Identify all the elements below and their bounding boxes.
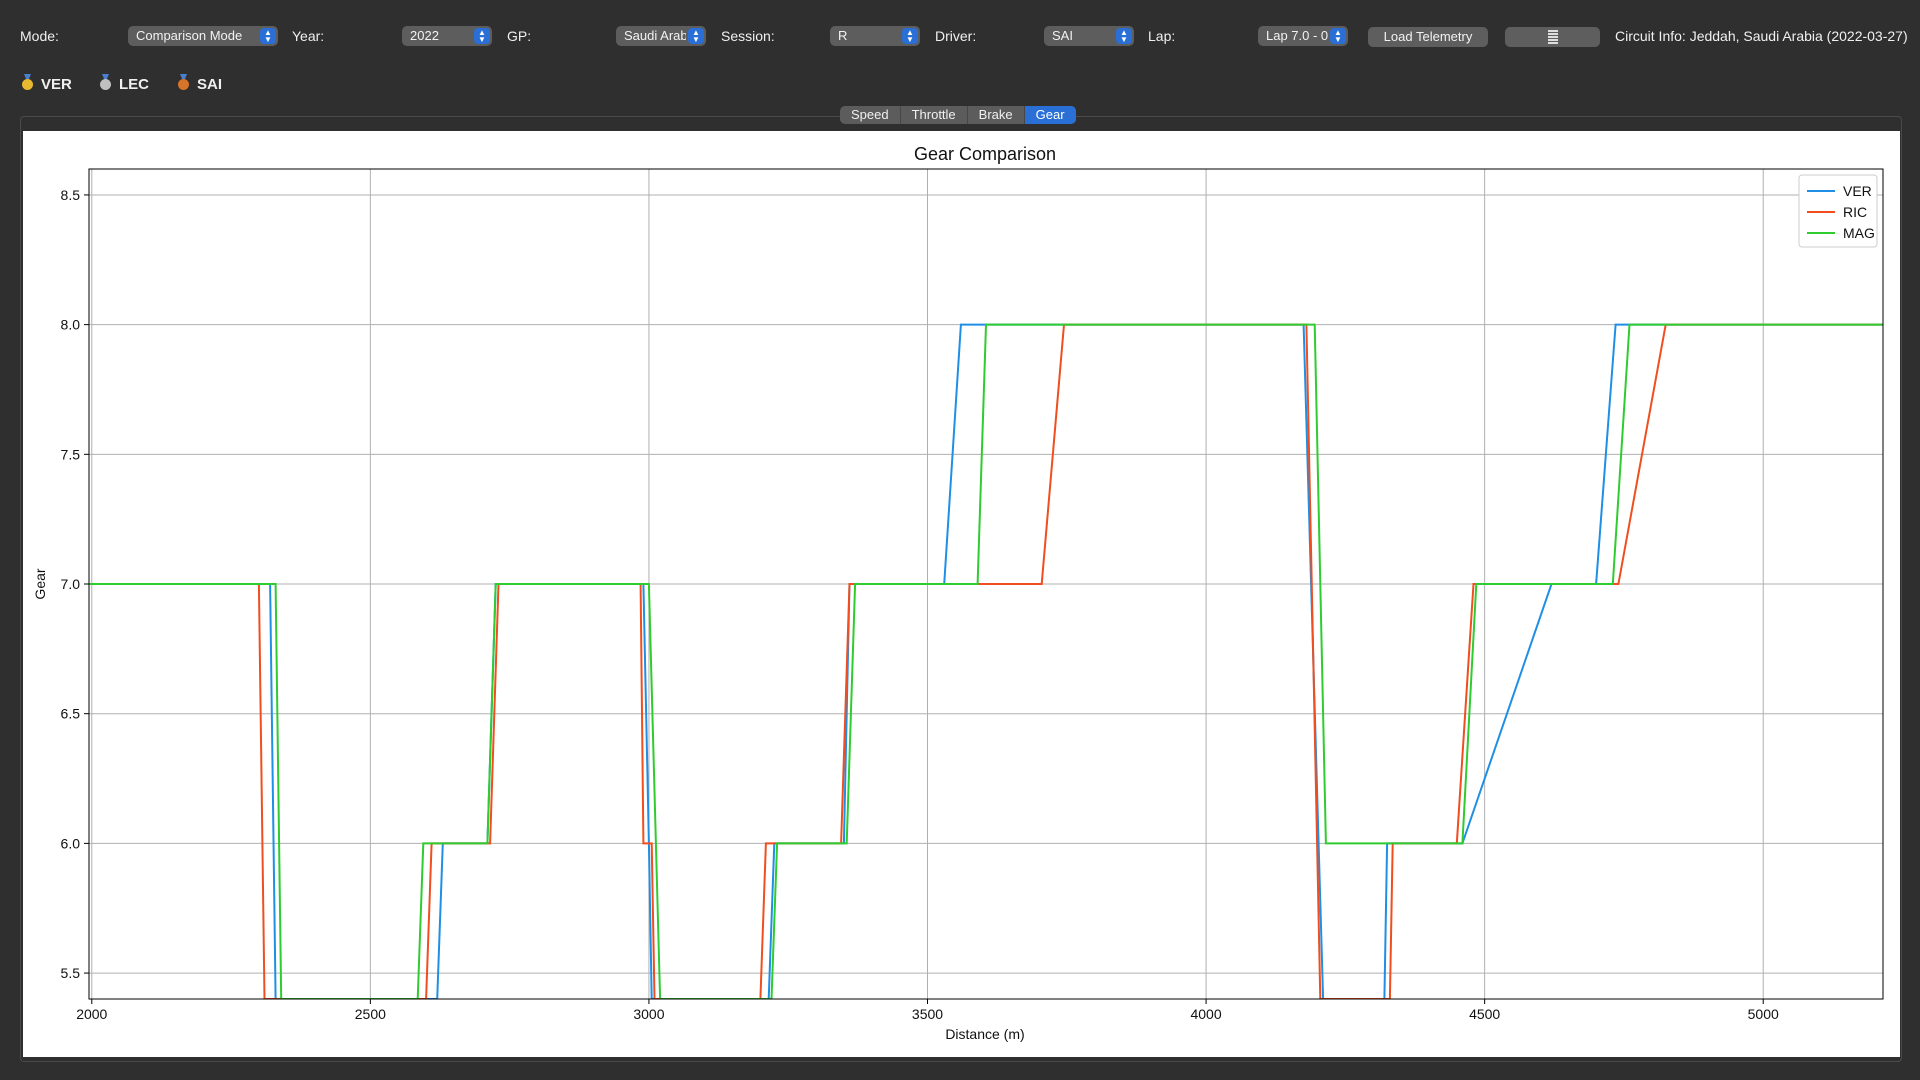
- silver-medal-icon: [100, 79, 111, 90]
- y-tick-label: 7.0: [61, 576, 81, 592]
- x-tick-label: 2500: [355, 1006, 386, 1022]
- year-select-value: 2022: [410, 28, 439, 43]
- driver-select[interactable]: SAI ▲ ▼: [1044, 26, 1134, 46]
- mode-select-value: Comparison Mode: [136, 28, 243, 43]
- tab-gear[interactable]: Gear: [1024, 106, 1076, 124]
- mode-select[interactable]: Comparison Mode ▲ ▼: [128, 26, 278, 46]
- grip-icon: [1547, 30, 1558, 45]
- tab-brake[interactable]: Brake: [968, 106, 1025, 124]
- legend-label-ver: VER: [1843, 183, 1872, 199]
- x-tick-label: 3000: [633, 1006, 664, 1022]
- chevron-up-down-icon: ▲ ▼: [1330, 28, 1346, 44]
- y-tick-label: 5.5: [61, 965, 81, 981]
- session-select-value: R: [838, 28, 848, 43]
- legend-label-ric: RIC: [1843, 204, 1867, 220]
- session-select[interactable]: R ▲ ▼: [830, 26, 920, 46]
- load-telemetry-button[interactable]: Load Telemetry: [1368, 27, 1488, 47]
- toolbar: Mode: Comparison Mode ▲ ▼ Year: 2022 ▲ ▼ G…: [0, 0, 1920, 74]
- podium-driver-2: LEC: [119, 76, 149, 93]
- lap-select[interactable]: Lap 7.0 - 0 ▲ ▼: [1258, 26, 1348, 46]
- x-tick-label: 2000: [76, 1006, 107, 1022]
- tab-throttle[interactable]: Throttle: [901, 106, 968, 124]
- x-tick-label: 4000: [1190, 1006, 1221, 1022]
- chart-canvas: Gear Comparison 2000 2500 3000 3500 4000 4500…: [23, 131, 1900, 1057]
- gold-medal-icon: [22, 79, 33, 90]
- y-tick-label: 8.0: [61, 317, 81, 333]
- chevron-up-down-icon: ▲ ▼: [688, 28, 704, 44]
- y-tick-label: 6.0: [61, 835, 81, 851]
- mode-label: Mode:: [20, 28, 59, 44]
- chevron-up-down-icon: ▲ ▼: [474, 28, 490, 44]
- gear-chart: Gear Comparison 2000 2500 3000 3500 4000 4500…: [32, 144, 1884, 1042]
- podium-p1: VER: [22, 76, 72, 93]
- progress-slider[interactable]: [1505, 27, 1600, 47]
- chart-tabs: Speed Throttle Brake Gear: [840, 106, 1076, 124]
- driver-label: Driver:: [935, 28, 977, 44]
- y-tick-label: 7.5: [61, 446, 81, 462]
- chart-title: Gear Comparison: [914, 144, 1056, 164]
- gp-select-value: Saudi Arab: [624, 28, 686, 43]
- chevron-up-down-icon: ▲ ▼: [260, 28, 276, 44]
- podium-driver-1: VER: [41, 76, 72, 93]
- series-line-ric: [89, 323, 1883, 999]
- y-axis-label: Gear: [32, 568, 48, 599]
- chart-axes: 2000 2500 3000 3500 4000 4500 5000 5.5 6.0 6.5 7.0…: [61, 168, 1884, 1022]
- lap-label: Lap:: [1148, 28, 1176, 44]
- x-tick-label: 5000: [1748, 1006, 1779, 1022]
- lap-select-value: Lap 7.0 - 0: [1266, 28, 1328, 43]
- legend-label-mag: MAG: [1843, 225, 1875, 241]
- year-label: Year:: [292, 28, 325, 44]
- x-tick-label: 3500: [912, 1006, 943, 1022]
- chevron-up-down-icon: ▲ ▼: [1116, 28, 1132, 44]
- y-tick-label: 6.5: [61, 706, 81, 722]
- x-tick-label: 4500: [1469, 1006, 1500, 1022]
- chart-legend: VER RIC MAG: [1798, 174, 1878, 248]
- podium-p2: LEC: [100, 76, 149, 93]
- tab-speed[interactable]: Speed: [840, 106, 901, 124]
- year-select[interactable]: 2022 ▲ ▼: [402, 26, 492, 46]
- circuit-info: Circuit Info: Jeddah, Saudi Arabia (2022…: [1615, 28, 1908, 44]
- podium-p3: SAI: [178, 76, 222, 93]
- series-line-mag: [89, 323, 1883, 999]
- x-axis-label: Distance (m): [945, 1026, 1024, 1042]
- series-line-ver: [89, 323, 1883, 999]
- session-label: Session:: [721, 28, 775, 44]
- driver-select-value: SAI: [1052, 28, 1073, 43]
- chevron-up-down-icon: ▲ ▼: [902, 28, 918, 44]
- bronze-medal-icon: [178, 79, 189, 90]
- gp-label: GP:: [507, 28, 532, 44]
- gp-select[interactable]: Saudi Arab ▲ ▼: [616, 26, 706, 46]
- chart-series: [89, 323, 1883, 999]
- podium-driver-3: SAI: [197, 76, 223, 93]
- y-tick-label: 8.5: [61, 187, 81, 203]
